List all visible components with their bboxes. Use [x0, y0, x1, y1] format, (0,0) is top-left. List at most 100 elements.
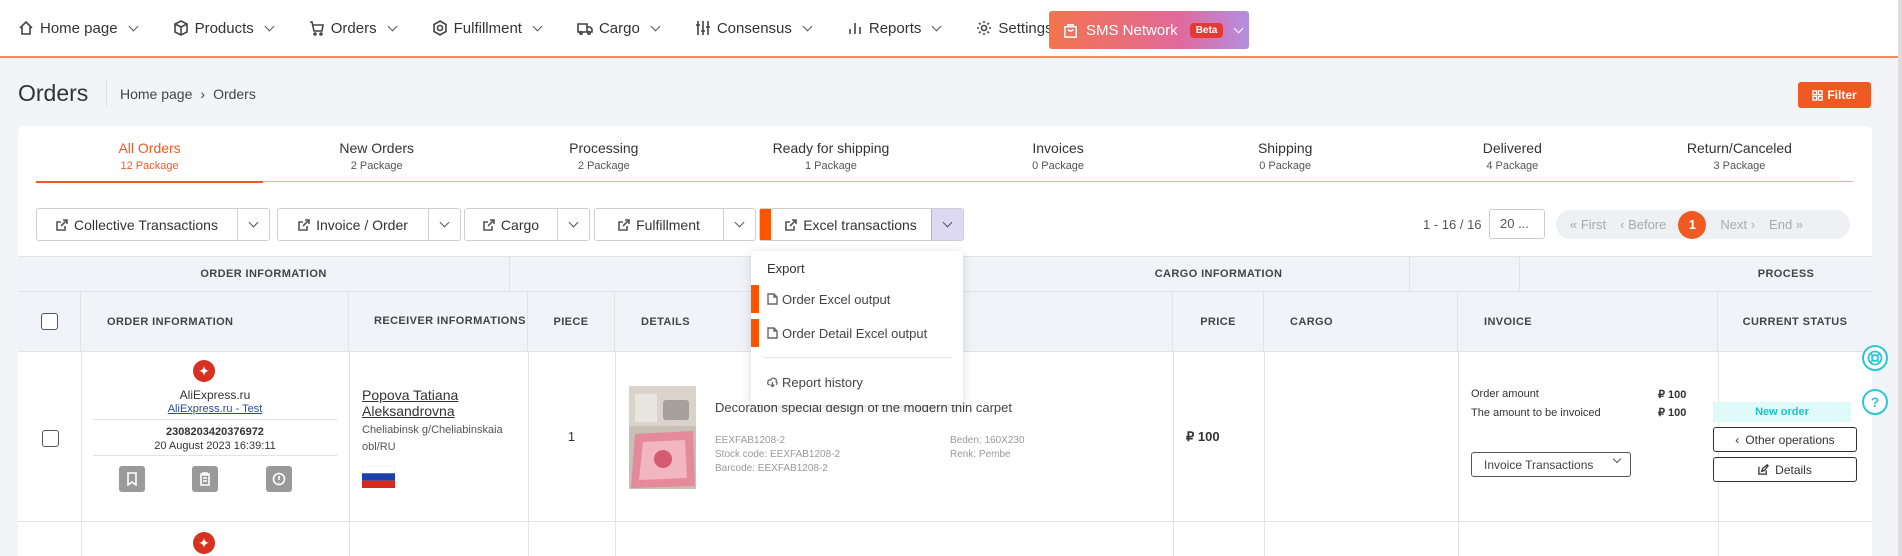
product-sku: EEXFAB1208-2	[715, 435, 786, 446]
invoice-order-label: Invoice / Order	[316, 216, 408, 233]
table-row[interactable]: ✦	[18, 522, 1872, 556]
tab-all-orders[interactable]: All Orders 12 Package	[36, 140, 264, 183]
nav-fulfillment[interactable]: Fulfillment	[432, 19, 543, 37]
breadcrumb-home[interactable]: Home page	[120, 86, 192, 102]
tab-processing[interactable]: Processing 2 Package	[490, 140, 717, 181]
tab-count: 1 Package	[804, 160, 857, 172]
sms-network-button[interactable]: SMS Network Beta	[1049, 11, 1249, 49]
product-thumbnail[interactable]	[629, 386, 696, 489]
column-divider	[1718, 522, 1719, 556]
cargo-dropdown[interactable]	[557, 209, 589, 240]
menu-item-order-excel-output[interactable]: Order Excel output	[751, 285, 963, 313]
help-button[interactable]: ?	[1862, 389, 1888, 415]
col-receiver: RECEIVER INFORMATIONS	[349, 292, 528, 351]
invoice-order-button[interactable]: Invoice / Order	[278, 209, 428, 240]
pager-before[interactable]: ‹ Before	[1620, 217, 1666, 232]
nav-home[interactable]: Home page	[18, 20, 139, 37]
tab-label: Shipping	[1257, 140, 1313, 156]
chevron-down-icon	[128, 21, 139, 31]
sliders-icon	[695, 21, 710, 35]
breadcrumb: Home page › Orders	[120, 86, 256, 102]
other-operations-button[interactable]: ‹ Other operations	[1713, 427, 1857, 452]
divider	[93, 419, 337, 420]
nav-consensus[interactable]: Consensus	[695, 19, 813, 37]
tab-return-canceled[interactable]: Return/Canceled 3 Package	[1626, 140, 1853, 181]
details-label: Details	[1775, 462, 1812, 477]
file-icon	[767, 293, 778, 305]
product-stock-code: Stock code: EEXFAB1208-2	[715, 449, 841, 460]
store-link[interactable]: AliExpress.ru - Test	[93, 403, 337, 415]
menu-item-order-detail-excel-output[interactable]: Order Detail Excel output	[751, 319, 963, 347]
nav-cargo[interactable]: Cargo	[577, 20, 661, 37]
tab-label: New Orders	[339, 140, 415, 156]
product-color: Renk: Pembe	[950, 449, 1011, 460]
status-badge: New order	[1713, 402, 1851, 422]
pager-first[interactable]: « First	[1570, 217, 1606, 232]
tab-count: 12 Package	[120, 160, 179, 172]
excel-transactions-dropdown[interactable]	[931, 209, 963, 240]
box-icon	[173, 20, 188, 36]
support-lifebuoy-button[interactable]	[1862, 345, 1888, 371]
col-cargo: CARGO	[1264, 292, 1458, 351]
clipboard-button[interactable]	[192, 466, 218, 492]
bar-chart-icon	[849, 23, 861, 34]
column-divider	[528, 522, 529, 556]
chevron-down-icon	[387, 21, 398, 31]
fulfillment-dropdown[interactable]	[723, 209, 755, 240]
invoice-order-group: Invoice / Order	[277, 208, 461, 241]
cargo-group: Cargo	[464, 208, 590, 241]
price-value: ₽ 100	[1186, 429, 1220, 444]
tab-ready-for-shipping[interactable]: Ready for shipping 1 Package	[717, 140, 944, 181]
invoiced-amount-label: The amount to be invoiced	[1471, 407, 1601, 419]
collective-transactions-dropdown[interactable]	[237, 209, 269, 240]
tab-count: 2 Package	[350, 160, 403, 172]
menu-item-label: Order Excel output	[782, 291, 891, 307]
receiver-city: Cheliabinsk g/Cheliabinskaia obl/RU	[362, 424, 503, 453]
bookmark-icon	[127, 472, 137, 486]
invoice-order-dropdown[interactable]	[428, 209, 460, 240]
menu-item-report-history[interactable]: Report history	[751, 368, 963, 396]
tab-new-orders[interactable]: New Orders 2 Package	[263, 140, 490, 181]
tab-invoices[interactable]: Invoices 0 Package	[945, 140, 1172, 181]
menu-divider	[763, 357, 951, 358]
chevron-down-icon	[248, 217, 259, 228]
tab-count: 0 Package	[1259, 160, 1312, 172]
collective-transactions-button[interactable]: Collective Transactions	[37, 209, 237, 240]
details-button[interactable]: Details	[1713, 457, 1857, 482]
fulfillment-group: Fulfillment	[594, 208, 756, 241]
excel-export-menu: Export Order Excel output Order Detail E…	[751, 251, 963, 405]
nav-fulfillment-label: Fulfillment	[453, 19, 522, 37]
nav-products[interactable]: Products	[173, 20, 275, 37]
bookmark-button[interactable]	[119, 466, 145, 492]
pager-end[interactable]: End »	[1769, 217, 1803, 232]
breadcrumb-separator-icon: ›	[200, 86, 206, 102]
nav-consensus-label: Consensus	[716, 19, 792, 37]
nav-orders[interactable]: Orders	[309, 20, 398, 37]
chevron-down-icon	[568, 217, 579, 228]
tab-shipping[interactable]: Shipping 0 Package	[1172, 140, 1399, 181]
pager-current-page[interactable]: 1	[1678, 210, 1707, 239]
invoice-transactions-select[interactable]: Invoice Transactions	[1471, 452, 1631, 477]
bag-icon	[1064, 23, 1077, 38]
select-all-checkbox[interactable]	[40, 313, 58, 330]
nav-reports[interactable]: Reports	[847, 20, 942, 37]
filter-button[interactable]: Filter	[1798, 82, 1871, 108]
receiver-name[interactable]: Popova Tatiana Aleksandrovna	[362, 387, 512, 419]
nav-settings[interactable]: Settings	[976, 20, 1053, 37]
cargo-button[interactable]: Cargo	[465, 209, 557, 240]
col-price: PRICE	[1173, 292, 1264, 351]
invoice-transactions-label: Invoice Transactions	[1484, 457, 1594, 472]
page-scrollbar[interactable]	[1898, 0, 1902, 556]
tab-delivered[interactable]: Delivered 4 Package	[1399, 140, 1626, 181]
tab-label: Delivered	[1482, 140, 1542, 156]
fulfillment-button[interactable]: Fulfillment	[595, 209, 723, 240]
page-size-select[interactable]: 20 ...	[1489, 209, 1545, 239]
excel-transactions-button[interactable]: Excel transactions	[771, 209, 931, 240]
row-checkbox[interactable]	[42, 430, 59, 447]
home-icon	[19, 20, 33, 35]
pager-next[interactable]: Next ›	[1720, 217, 1755, 232]
group-order-information: ORDER INFORMATION	[18, 257, 510, 291]
info-button[interactable]	[266, 466, 292, 492]
piece-count: 1	[567, 429, 576, 444]
tab-label: Return/Canceled	[1686, 140, 1792, 156]
